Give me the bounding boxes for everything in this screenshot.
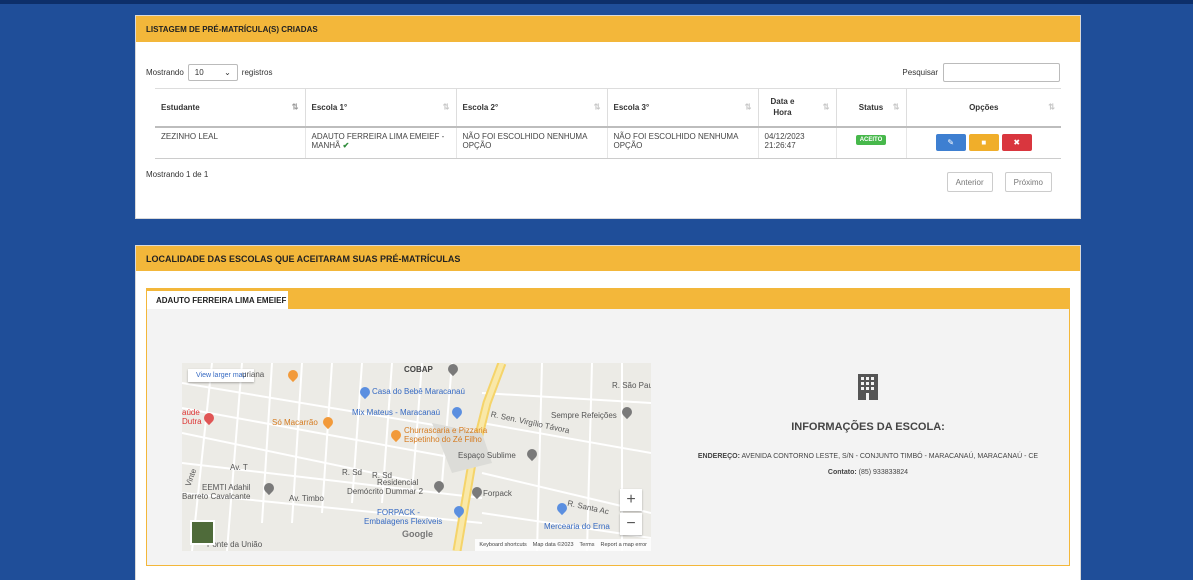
search-control: Pesquisar xyxy=(902,62,1060,82)
pre-enrollment-list-panel: LISTAGEM DE PRÉ-MATRÍCULA(S) CRIADAS Mos… xyxy=(135,15,1081,219)
options-cell: ✎ ■ ✖ xyxy=(905,126,1061,159)
column-header-school3[interactable]: Escola 3° ⇅ xyxy=(606,88,758,128)
column-header-options[interactable]: Opções ⇅ xyxy=(905,88,1061,128)
map-label-mercearia: Mercearia do Erna xyxy=(544,522,610,531)
pre-enrollment-table: Estudante ⇅ Escola 1° ⇅ Escola 2° ⇅ Escola … xyxy=(155,88,1061,159)
length-select[interactable]: 10 ⌄ xyxy=(187,63,238,81)
edit-icon: ✎ xyxy=(947,137,955,147)
sort-icon: ⇅ xyxy=(442,102,450,112)
search-label: Pesquisar xyxy=(902,67,938,77)
school2-cell: NÃO FOI ESCOLHIDO NENHUMA OPÇÃO xyxy=(455,126,607,159)
next-button[interactable]: Próximo xyxy=(1004,172,1052,192)
zoom-in-button[interactable]: + xyxy=(620,489,642,511)
satellite-toggle[interactable] xyxy=(190,520,215,545)
student-cell: ZEZINHO LEAL xyxy=(155,126,305,159)
map-label-sempre: Sempre Refeições xyxy=(551,411,617,420)
map-label-forpack: Forpack xyxy=(483,489,512,498)
table-header-row: Estudante ⇅ Escola 1° ⇅ Escola 2° ⇅ Escola … xyxy=(155,88,1061,128)
school3-cell: NÃO FOI ESCOLHIDO NENHUMA OPÇÃO xyxy=(606,126,758,159)
delete-button[interactable]: ✖ xyxy=(1001,133,1032,151)
school-address: ENDEREÇO: AVENIDA CONTORNO LESTE, S/N - … xyxy=(697,453,1039,460)
table-info: Mostrando 1 de 1 xyxy=(146,170,209,179)
check-icon: ✔ xyxy=(342,140,350,150)
table-controls: Mostrando 10 ⌄ registros Pesquisar xyxy=(146,62,1060,82)
table-row: ZEZINHO LEAL ADAUTO FERREIRA LIMA EMEIEF… xyxy=(155,126,1061,159)
sort-icon: ⇅ xyxy=(291,102,299,112)
school-info: INFORMAÇÕES DA ESCOLA: ENDEREÇO: AVENIDA… xyxy=(667,364,1069,476)
sort-icon: ⇅ xyxy=(822,102,830,112)
edit-button[interactable]: ✎ xyxy=(935,133,966,151)
chevron-down-icon: ⌄ xyxy=(224,67,231,77)
length-control: Mostrando 10 ⌄ registros xyxy=(146,63,273,81)
school1-cell: ADAUTO FERREIRA LIMA EMEIEF - MANHÃ ✔ xyxy=(304,126,456,159)
length-value: 10 xyxy=(194,67,204,77)
previous-button[interactable]: Anterior xyxy=(946,172,993,192)
zoom-out-button[interactable]: − xyxy=(620,513,642,535)
folder-button[interactable]: ■ xyxy=(968,133,999,151)
building-icon xyxy=(858,374,878,400)
panel-title: LISTAGEM DE PRÉ-MATRÍCULA(S) CRIADAS xyxy=(136,16,1080,42)
panel-title: LOCALIDADE DAS ESCOLAS QUE ACEITARAM SUA… xyxy=(136,246,1080,271)
length-prefix: Mostrando xyxy=(146,67,184,77)
pagination: Anterior Próximo xyxy=(946,172,1052,192)
tab-content: View larger map uriana COBAP R. São Pau … xyxy=(146,309,1070,566)
map-label-so-macarrao: Só Macarrão xyxy=(272,418,318,427)
map-attribution: Keyboard shortcuts Map data ©2023 Terms … xyxy=(475,539,651,551)
map-label-mix: Mix Mateus - Maracanaú xyxy=(352,408,441,417)
search-input[interactable] xyxy=(943,62,1060,82)
sort-icon: ⇅ xyxy=(744,102,752,112)
school-info-title: INFORMAÇÕES DA ESCOLA: xyxy=(791,421,945,433)
datetime-cell: 04/12/2023 21:26:47 xyxy=(757,126,836,159)
school-location-panel: LOCALIDADE DAS ESCOLAS QUE ACEITARAM SUA… xyxy=(135,245,1081,580)
map-label-timbo: Av. Timbo xyxy=(289,494,324,503)
map-label-casa: Casa do Bebê Maracanaú xyxy=(372,387,465,396)
column-header-student[interactable]: Estudante ⇅ xyxy=(155,88,305,128)
column-header-school1[interactable]: Escola 1° ⇅ xyxy=(304,88,456,128)
column-header-status[interactable]: Status ⇅ xyxy=(835,88,906,128)
column-header-datetime[interactable]: Data e Hora ⇅ xyxy=(757,88,836,128)
folder-icon: ■ xyxy=(981,137,987,147)
tab-school[interactable]: ADAUTO FERREIRA LIMA EMEIEF xyxy=(147,291,288,309)
map-label-espaco: Espaço Sublime xyxy=(458,451,516,460)
status-cell: ACEITO xyxy=(835,126,906,159)
map-label-cobap: COBAP xyxy=(404,365,433,374)
column-header-school2[interactable]: Escola 2° ⇅ xyxy=(455,88,607,128)
status-badge: ACEITO xyxy=(855,134,887,145)
tab-bar: ADAUTO FERREIRA LIMA EMEIEF xyxy=(146,288,1070,309)
top-border xyxy=(0,0,1193,4)
sort-icon: ⇅ xyxy=(1048,102,1055,112)
sort-icon: ⇅ xyxy=(593,102,601,112)
school-contact: Contato: (85) 933833824 xyxy=(827,469,909,476)
trash-icon: ✖ xyxy=(1013,137,1021,147)
school-map[interactable]: View larger map uriana COBAP R. São Pau … xyxy=(182,363,651,551)
google-logo: Google xyxy=(402,529,433,539)
sort-icon: ⇅ xyxy=(892,102,900,112)
length-suffix: registros xyxy=(241,67,273,77)
